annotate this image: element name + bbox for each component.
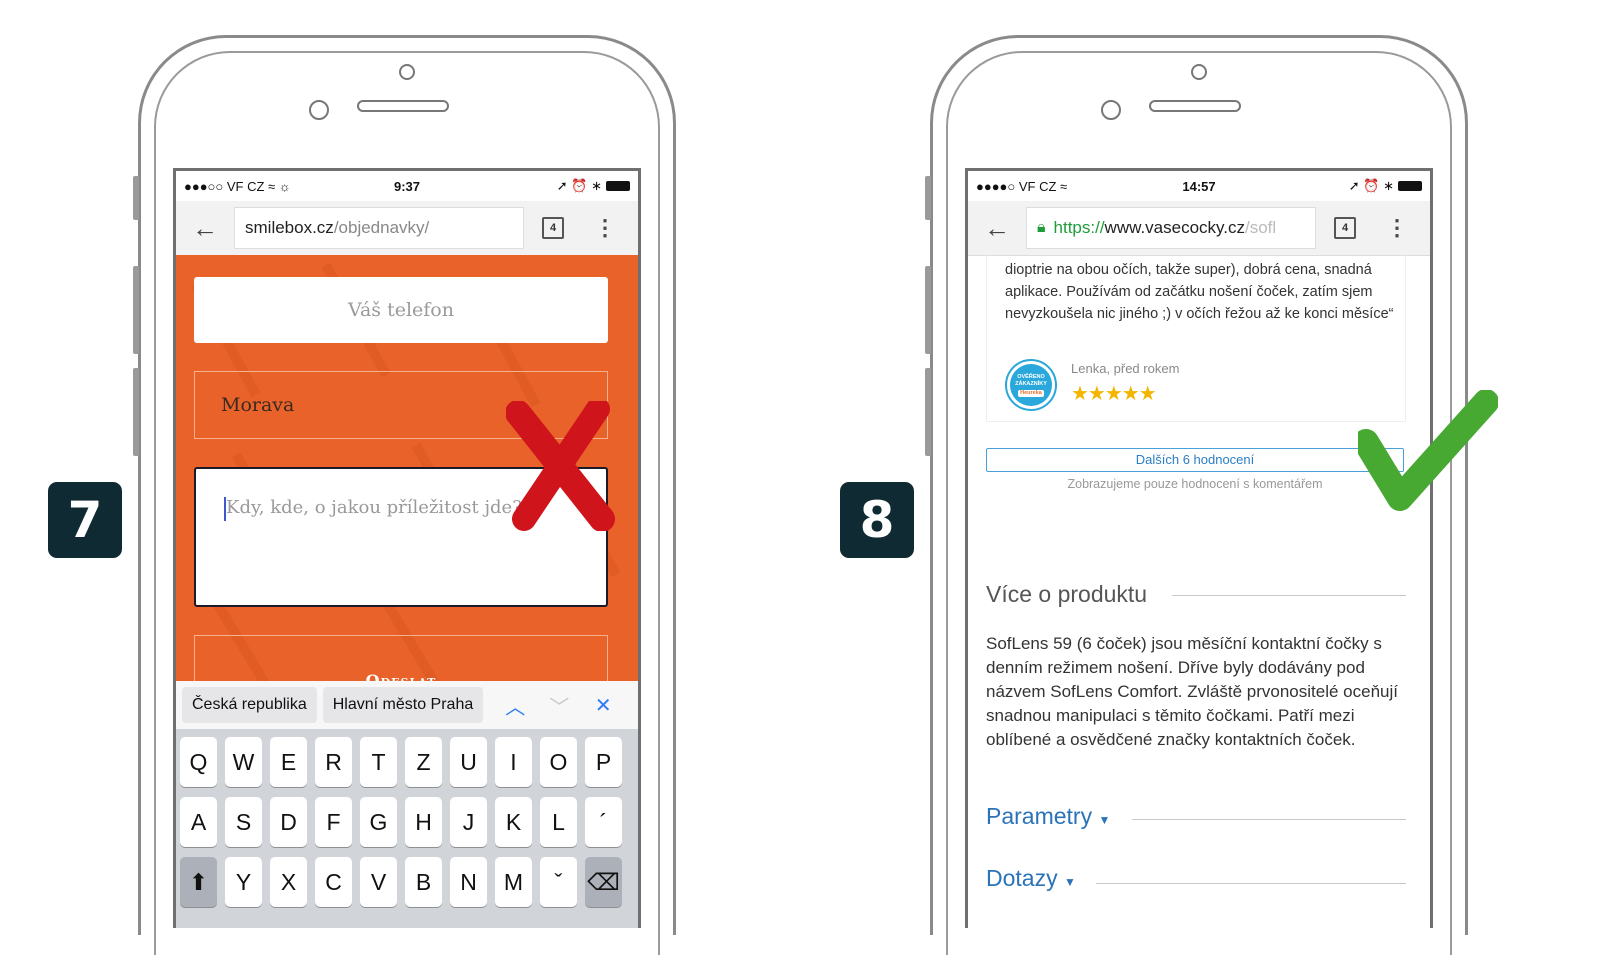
overflow-menu-icon[interactable]: ⋮ <box>594 215 616 241</box>
status-icons: ➚ ⏰ ∗ <box>557 178 630 194</box>
url-host: smilebox.cz <box>245 218 334 237</box>
back-arrow-icon[interactable]: ← <box>968 213 1026 244</box>
seal-inner: OVĚŘENO ZÁKAZNÍKY Heureka <box>1010 364 1052 406</box>
questions-label: Dotazy <box>986 865 1058 891</box>
parameters-toggle[interactable]: Parametry ▼ <box>986 803 1110 830</box>
mute-switch <box>925 176 931 220</box>
step-badge-7: 7 <box>48 482 122 558</box>
autofill-bar: Česká republika Hlavní město Praha ︿ ﹀ ✕ <box>176 681 638 729</box>
green-check-icon <box>1358 390 1498 511</box>
seal-line-1: OVĚŘENO <box>1017 373 1045 380</box>
star-rating: ★★★★★ <box>1071 383 1157 405</box>
tab-switcher-icon[interactable]: 4 <box>1334 217 1356 239</box>
battery-icon <box>606 181 630 191</box>
top-camera-icon <box>1191 64 1207 80</box>
status-icons-text: ➚ ⏰ ∗ <box>1348 178 1394 193</box>
review-author: Lenka, před rokem <box>1071 361 1180 376</box>
caret-down-icon: ▼ <box>1098 813 1111 827</box>
key-r[interactable]: R <box>315 737 352 787</box>
section-divider <box>1132 819 1406 820</box>
volume-down-button <box>133 368 139 456</box>
volume-up-button <box>925 266 931 354</box>
questions-toggle[interactable]: Dotazy ▼ <box>986 865 1076 892</box>
autofill-suggestion-country[interactable]: Česká republika <box>182 687 317 723</box>
volume-up-button <box>133 266 139 354</box>
earpiece-speaker <box>357 100 449 112</box>
key-acute[interactable]: ´ <box>585 797 622 847</box>
top-camera-icon <box>399 64 415 80</box>
heureka-verified-badge: OVĚŘENO ZÁKAZNÍKY Heureka <box>1005 359 1057 411</box>
key-e[interactable]: E <box>270 737 307 787</box>
address-bar[interactable]: smilebox.cz/objednavky/ <box>234 207 524 249</box>
more-reviews-button[interactable]: Dalších 6 hodnocení <box>986 448 1404 472</box>
back-arrow-icon[interactable]: ← <box>176 213 234 244</box>
screen: ●●●○○ VF CZ ≈ ☼ 9:37 ➚ ⏰ ∗ ← smilebox.cz… <box>173 168 641 928</box>
close-icon[interactable]: ✕ <box>591 693 615 718</box>
red-x-icon <box>506 401 615 531</box>
status-icons: ➚ ⏰ ∗ <box>1349 178 1422 194</box>
mute-switch <box>133 176 139 220</box>
caret-down-icon: ▼ <box>1063 875 1076 889</box>
status-bar: ●●●○○ VF CZ ≈ ☼ 9:37 ➚ ⏰ ∗ <box>176 171 638 201</box>
key-f[interactable]: F <box>315 797 352 847</box>
phone-input[interactable]: Váš telefon <box>194 277 608 343</box>
key-d[interactable]: D <box>270 797 307 847</box>
overflow-menu-icon[interactable]: ⋮ <box>1386 215 1408 241</box>
key-k[interactable]: K <box>495 797 532 847</box>
url-path: /objednavky/ <box>333 218 430 237</box>
key-h[interactable]: H <box>405 797 442 847</box>
url-scheme: https:// <box>1053 218 1105 237</box>
section-title-more-about-product: Více o produktu <box>986 581 1148 607</box>
front-camera-icon <box>1101 100 1121 120</box>
key-s[interactable]: S <box>225 797 262 847</box>
review-text: dioptrie na obou očích, takže super), do… <box>1005 262 1394 322</box>
key-t[interactable]: T <box>360 737 397 787</box>
seal-line-2: ZÁKAZNÍKY <box>1015 380 1047 387</box>
status-bar: ●●●●○ VF CZ ≈ 14:57 ➚ ⏰ ∗ <box>968 171 1430 201</box>
url-path: /sofl <box>1245 218 1277 237</box>
key-w[interactable]: W <box>225 737 262 787</box>
key-a[interactable]: A <box>180 797 217 847</box>
address-bar[interactable]: 🔒︎ https://www.vasecocky.cz/sofl <box>1026 207 1316 249</box>
tab-switcher-icon[interactable]: 4 <box>542 217 564 239</box>
key-p[interactable]: P <box>585 737 622 787</box>
section-divider <box>1172 595 1406 596</box>
battery-icon <box>1398 181 1422 191</box>
browser-toolbar: ← smilebox.cz/objednavky/ 4 ⋮ <box>176 201 638 256</box>
next-field-icon[interactable]: ﹀ <box>547 691 571 720</box>
earpiece-speaker <box>1149 100 1241 112</box>
key-q[interactable]: Q <box>180 737 217 787</box>
key-z[interactable]: Z <box>405 737 442 787</box>
parameters-label: Parametry <box>986 803 1093 829</box>
front-camera-icon <box>309 100 329 120</box>
step-badge-8: 8 <box>840 482 914 558</box>
key-j[interactable]: J <box>450 797 487 847</box>
key-o[interactable]: O <box>540 737 577 787</box>
section-divider <box>1096 883 1406 884</box>
text-caret <box>224 497 226 521</box>
seal-line-3: Heureka <box>1018 389 1044 397</box>
browser-toolbar: ← 🔒︎ https://www.vasecocky.cz/sofl 4 ⋮ <box>968 201 1430 256</box>
screen: ●●●●○ VF CZ ≈ 14:57 ➚ ⏰ ∗ ← 🔒︎ https://w… <box>965 168 1433 928</box>
key-g[interactable]: G <box>360 797 397 847</box>
reviews-note: Zobrazujeme pouze hodnocení s komentářem <box>1067 477 1323 491</box>
status-icons-text: ➚ ⏰ ∗ <box>556 178 602 193</box>
key-u[interactable]: U <box>450 737 487 787</box>
product-description: SofLens 59 (6 čoček) jsou měsíční kontak… <box>986 634 1398 749</box>
url-host: www.vasecocky.cz <box>1104 218 1245 237</box>
key-i[interactable]: I <box>495 737 532 787</box>
volume-down-button <box>925 368 931 456</box>
key-l[interactable]: L <box>540 797 577 847</box>
previous-field-icon[interactable]: ︿ <box>503 691 527 720</box>
autofill-suggestion-region[interactable]: Hlavní město Praha <box>322 687 484 723</box>
lock-icon: 🔒︎ <box>1037 219 1046 236</box>
keyboard: Q W E R T Z U I O P A S D F G H J K L ´ … <box>176 729 638 928</box>
message-placeholder: Kdy, kde, o jakou příležitost jde? <box>226 497 522 518</box>
review-card: dioptrie na obou očích, takže super), do… <box>986 255 1406 422</box>
phone-left: ●●●○○ VF CZ ≈ ☼ 9:37 ➚ ⏰ ∗ ← smilebox.cz… <box>133 35 676 955</box>
